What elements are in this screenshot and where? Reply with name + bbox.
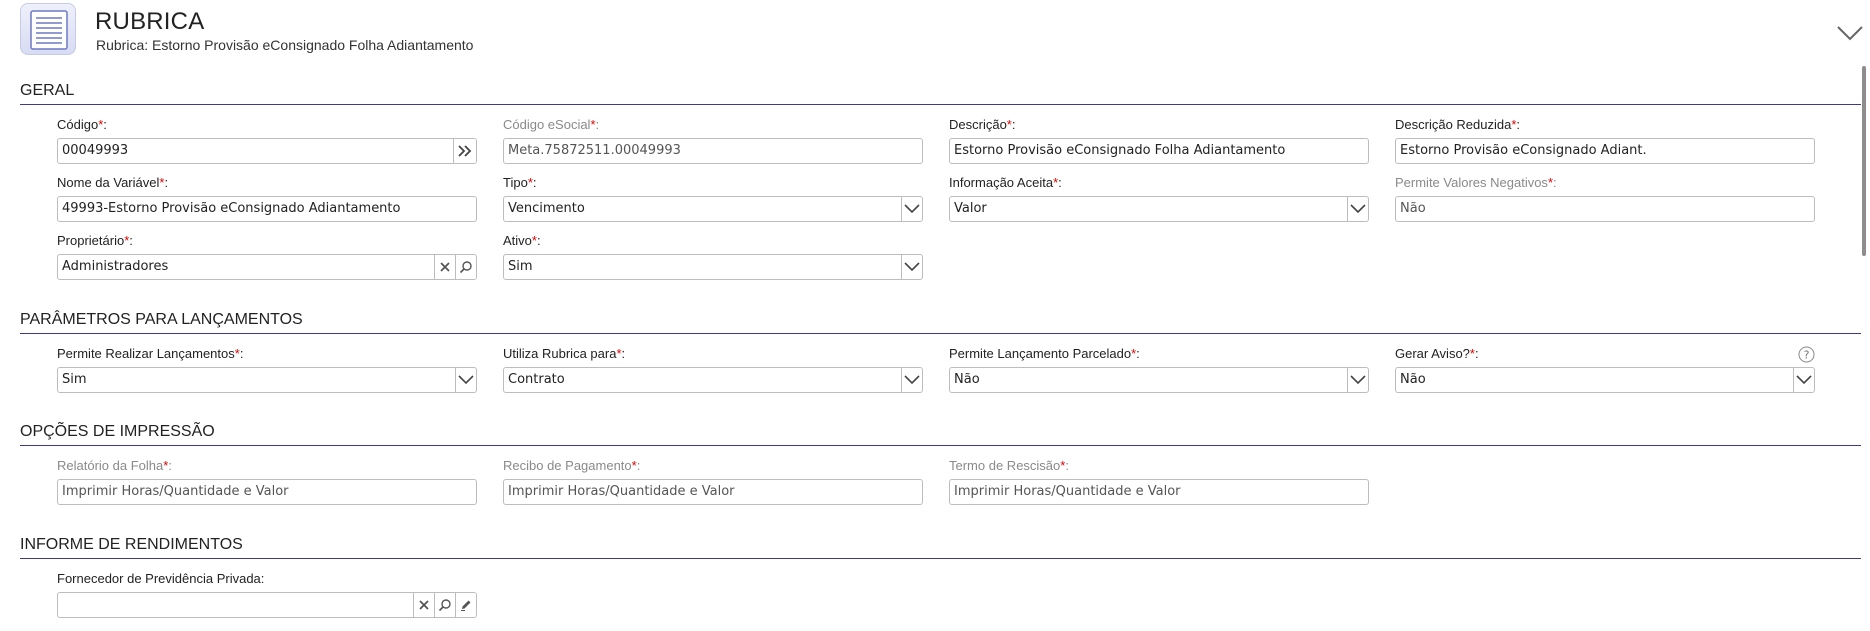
- pencil-icon[interactable]: [455, 593, 476, 617]
- page-title: RUBRICA: [95, 8, 205, 35]
- chevron-down-icon[interactable]: [1793, 368, 1814, 392]
- svg-text:?: ?: [1804, 349, 1810, 362]
- chevron-down-icon[interactable]: [1347, 368, 1368, 392]
- chevron-down-icon[interactable]: [1347, 197, 1368, 221]
- field-codigo: Código*: 00049993: [57, 116, 477, 164]
- field-proprietario: Proprietário*: Administradores: [57, 232, 477, 280]
- permite-negativos-input[interactable]: Não: [1395, 196, 1815, 222]
- chevron-down-icon[interactable]: [901, 197, 922, 221]
- field-lancamento-parcelado: Permite Lançamento Parcelado*: Não: [949, 345, 1369, 393]
- field-ativo: Ativo*: Sim: [503, 232, 923, 280]
- next-double-chevron-icon[interactable]: [453, 139, 476, 163]
- section-title-impressao: OPÇÕES DE IMPRESSÃO: [20, 423, 215, 440]
- field-descricao-reduzida: Descrição Reduzida*: Estorno Provisão eC…: [1395, 116, 1815, 164]
- field-relatorio-folha: Relatório da Folha*: Imprimir Horas/Quan…: [57, 457, 477, 505]
- field-permite-negativos: Permite Valores Negativos*: Não: [1395, 174, 1815, 222]
- permite-lancamentos-select[interactable]: Sim: [57, 367, 477, 393]
- codigo-input[interactable]: 00049993: [57, 138, 477, 164]
- clear-icon[interactable]: [413, 593, 434, 617]
- fornecedor-previdencia-input[interactable]: [57, 592, 477, 618]
- lancamento-parcelado-select[interactable]: Não: [949, 367, 1369, 393]
- clear-icon[interactable]: [434, 255, 455, 279]
- section-title-rendimentos: INFORME DE RENDIMENTOS: [20, 536, 243, 553]
- chevron-down-icon[interactable]: [901, 255, 922, 279]
- search-icon[interactable]: [455, 255, 476, 279]
- relatorio-folha-input[interactable]: Imprimir Horas/Quantidade e Valor: [57, 479, 477, 505]
- section-divider: [20, 333, 1861, 334]
- chevron-down-icon[interactable]: [901, 368, 922, 392]
- recibo-pagamento-input[interactable]: Imprimir Horas/Quantidade e Valor: [503, 479, 923, 505]
- section-title-parametros: PARÂMETROS PARA LANÇAMENTOS: [20, 311, 303, 328]
- tipo-select[interactable]: Vencimento: [503, 196, 923, 222]
- search-icon[interactable]: [434, 593, 455, 617]
- field-informacao-aceita: Informação Aceita*: Valor: [949, 174, 1369, 222]
- field-utiliza-rubrica: Utiliza Rubrica para*: Contrato: [503, 345, 923, 393]
- vertical-scrollbar[interactable]: [1862, 66, 1866, 256]
- section-divider: [20, 104, 1861, 105]
- gerar-aviso-select[interactable]: Não: [1395, 367, 1815, 393]
- field-recibo-pagamento: Recibo de Pagamento*: Imprimir Horas/Qua…: [503, 457, 923, 505]
- page-subtitle: Rubrica: Estorno Provisão eConsignado Fo…: [96, 37, 474, 53]
- field-permite-lancamentos: Permite Realizar Lançamentos*: Sim: [57, 345, 477, 393]
- codigo-esocial-input[interactable]: Meta.75872511.00049993: [503, 138, 923, 164]
- descricao-input[interactable]: Estorno Provisão eConsignado Folha Adian…: [949, 138, 1369, 164]
- informacao-aceita-select[interactable]: Valor: [949, 196, 1369, 222]
- termo-rescisao-input[interactable]: Imprimir Horas/Quantidade e Valor: [949, 479, 1369, 505]
- section-title-geral: GERAL: [20, 82, 75, 99]
- field-nome-variavel: Nome da Variável*: 49993-Estorno Provisã…: [57, 174, 477, 222]
- field-gerar-aviso: Gerar Aviso?*: ? Não: [1395, 345, 1815, 393]
- field-tipo: Tipo*: Vencimento: [503, 174, 923, 222]
- section-divider: [20, 445, 1861, 446]
- field-termo-rescisao: Termo de Rescisão*: Imprimir Horas/Quant…: [949, 457, 1369, 505]
- document-list-icon: [20, 3, 76, 55]
- chevron-down-icon[interactable]: [1836, 24, 1864, 46]
- field-fornecedor-previdencia: Fornecedor de Previdência Privada:: [57, 570, 477, 618]
- field-descricao: Descrição*: Estorno Provisão eConsignado…: [949, 116, 1369, 164]
- ativo-select[interactable]: Sim: [503, 254, 923, 280]
- descricao-reduzida-input[interactable]: Estorno Provisão eConsignado Adiant.: [1395, 138, 1815, 164]
- page-header: RUBRICA Rubrica: Estorno Provisão eConsi…: [0, 0, 1870, 62]
- field-codigo-esocial: Código eSocial*: Meta.75872511.00049993: [503, 116, 923, 164]
- chevron-down-icon[interactable]: [455, 368, 476, 392]
- proprietario-input[interactable]: Administradores: [57, 254, 477, 280]
- help-icon[interactable]: ?: [1798, 346, 1815, 368]
- section-divider: [20, 558, 1861, 559]
- utiliza-rubrica-select[interactable]: Contrato: [503, 367, 923, 393]
- nome-variavel-input[interactable]: 49993-Estorno Provisão eConsignado Adian…: [57, 196, 477, 222]
